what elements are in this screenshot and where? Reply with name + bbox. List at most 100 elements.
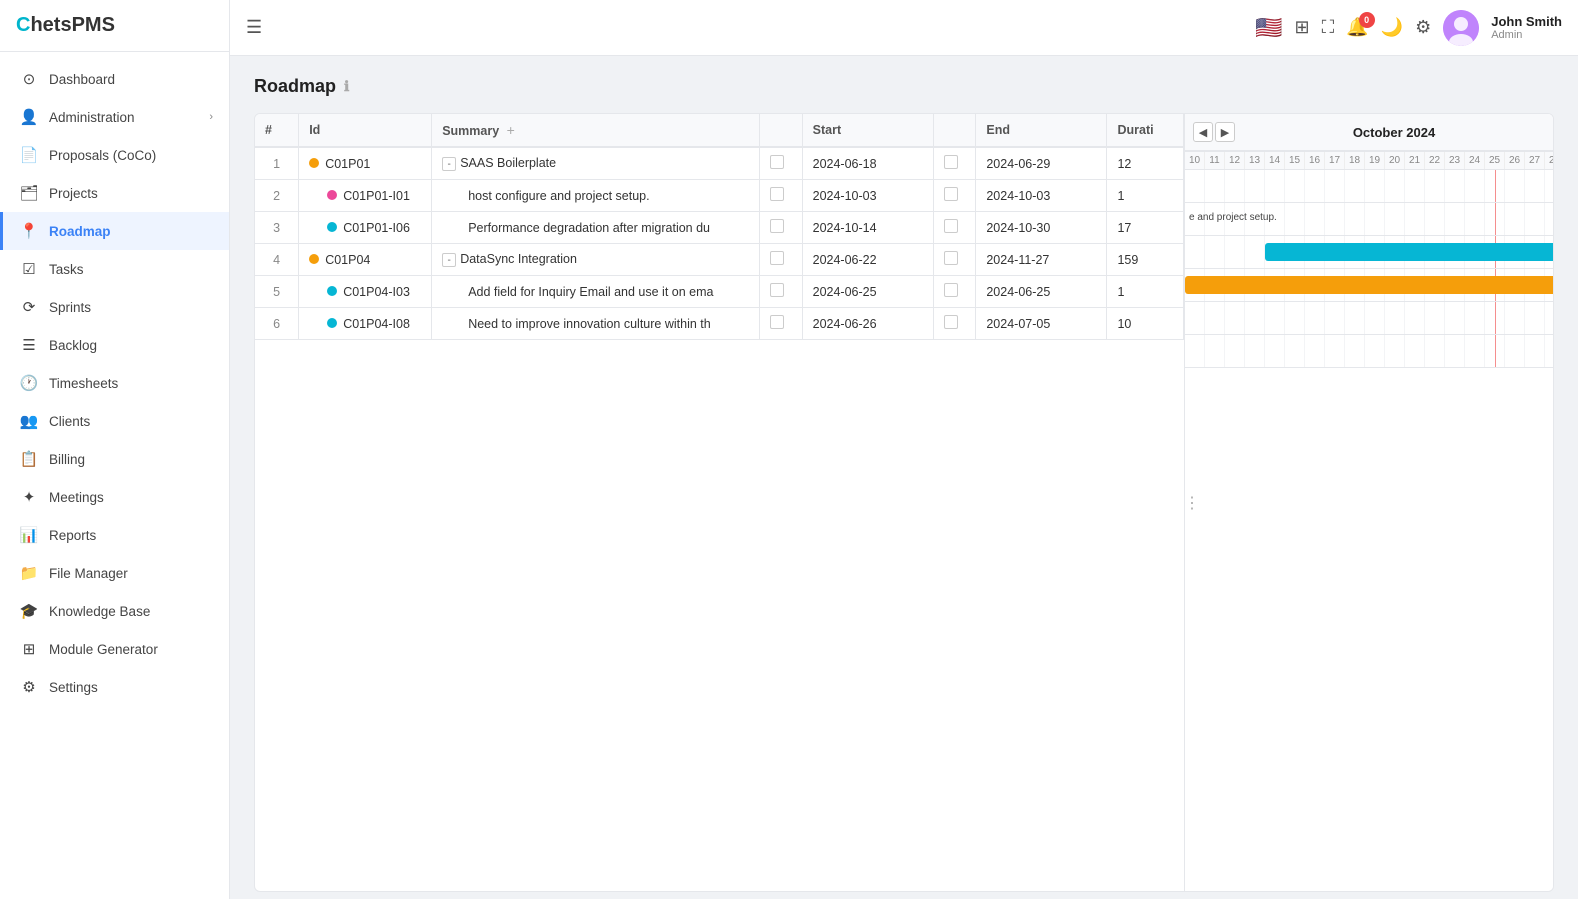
gantt-day: 21 <box>1405 152 1425 169</box>
gantt-bar-label: e and project setup. <box>1189 212 1277 223</box>
sidebar-item-filemanager[interactable]: 📁 File Manager <box>0 554 229 592</box>
language-flag[interactable]: 🇺🇸 <box>1255 15 1282 41</box>
gantt-day: 27 <box>1525 152 1545 169</box>
sidebar-label-backlog: Backlog <box>49 338 97 353</box>
menu-toggle-icon[interactable]: ☰ <box>246 17 262 38</box>
sidebar-icon-projects: 🗂 <box>19 183 39 203</box>
dark-mode-icon[interactable]: 🌙 <box>1381 17 1403 38</box>
page-content: Roadmap ℹ # Id Summary + <box>230 56 1578 899</box>
end-checkbox[interactable] <box>944 315 958 329</box>
end-checkbox[interactable] <box>944 187 958 201</box>
gantt-day: 10 <box>1185 152 1205 169</box>
sidebar-label-administration: Administration <box>49 110 135 125</box>
row-summary: -SAAS Boilerplate <box>432 147 760 180</box>
gantt-prev-button[interactable]: ◀ <box>1193 122 1213 142</box>
sidebar-item-knowledgebase[interactable]: 🎓 Knowledge Base <box>0 592 229 630</box>
page-title: Roadmap ℹ <box>254 76 1554 97</box>
fullscreen-icon[interactable]: ⛶ <box>1322 17 1335 38</box>
row-summary: Add field for Inquiry Email and use it o… <box>432 276 760 308</box>
sidebar-nav: ⊙ Dashboard 👤 Administration › 📄 Proposa… <box>0 52 229 899</box>
gantt-bar <box>1185 276 1553 294</box>
roadmap-table-panel: # Id Summary + Start End Durati <box>255 114 1185 891</box>
sidebar-item-tasks[interactable]: ☑ Tasks <box>0 250 229 288</box>
sidebar-icon-proposals: 📄 <box>19 145 39 165</box>
row-start-check <box>760 276 803 308</box>
end-checkbox[interactable] <box>944 283 958 297</box>
table-row[interactable]: 5 C01P04-I03 Add field for Inquiry Email… <box>255 276 1184 308</box>
gantt-day: 23 <box>1445 152 1465 169</box>
roadmap-gantt-panel: ◀ ▶ October 2024 10111213141516171819202… <box>1185 114 1553 891</box>
sidebar-item-settings[interactable]: ⚙ Settings <box>0 668 229 706</box>
sidebar-item-dashboard[interactable]: ⊙ Dashboard <box>0 60 229 98</box>
gantt-day: 16 <box>1305 152 1325 169</box>
sidebar-label-proposals: Proposals (CoCo) <box>49 148 156 163</box>
row-id: C01P04-I03 <box>299 276 432 308</box>
sidebar-icon-filemanager: 📁 <box>19 563 39 583</box>
row-duration: 1 <box>1107 276 1184 308</box>
sidebar-item-roadmap[interactable]: 📍 Roadmap <box>0 212 229 250</box>
status-dot <box>309 158 319 168</box>
expand-icon[interactable]: - <box>442 157 456 171</box>
end-checkbox[interactable] <box>944 251 958 265</box>
settings-icon[interactable]: ⚙ <box>1415 17 1431 38</box>
end-checkbox[interactable] <box>944 155 958 169</box>
apps-icon[interactable]: ⊞ <box>1295 17 1310 38</box>
sidebar-label-dashboard: Dashboard <box>49 72 115 87</box>
row-summary: Need to improve innovation culture withi… <box>432 308 760 340</box>
end-checkbox[interactable] <box>944 219 958 233</box>
table-row[interactable]: 4 C01P04 -DataSync Integration 2024-06-2… <box>255 244 1184 276</box>
sidebar-item-projects[interactable]: 🗂 Projects <box>0 174 229 212</box>
gantt-day: 12 <box>1225 152 1245 169</box>
gantt-bg <box>1185 302 1553 334</box>
start-checkbox[interactable] <box>770 155 784 169</box>
sidebar-label-modulegenerator: Module Generator <box>49 642 158 657</box>
gantt-nav: ◀ ▶ <box>1193 122 1235 142</box>
sidebar-item-backlog[interactable]: ☰ Backlog <box>0 326 229 364</box>
row-end-check <box>933 276 976 308</box>
avatar[interactable] <box>1443 10 1479 46</box>
sidebar-icon-knowledgebase: 🎓 <box>19 601 39 621</box>
sidebar-item-timesheets[interactable]: 🕐 Timesheets <box>0 364 229 402</box>
gantt-day: 24 <box>1465 152 1485 169</box>
gantt-row <box>1185 335 1553 368</box>
header: ☰ 🇺🇸 ⊞ ⛶ 🔔 0 🌙 ⚙ John Smith Admin <box>230 0 1578 56</box>
sidebar-label-timesheets: Timesheets <box>49 376 118 391</box>
col-start: Start <box>802 114 933 147</box>
row-num: 1 <box>255 147 299 180</box>
notification-icon[interactable]: 🔔 0 <box>1346 17 1368 38</box>
panel-resize-handle[interactable]: ⋮ <box>1185 493 1192 513</box>
row-num: 6 <box>255 308 299 340</box>
start-checkbox[interactable] <box>770 219 784 233</box>
start-checkbox[interactable] <box>770 283 784 297</box>
add-column-button[interactable]: + <box>503 122 519 138</box>
sidebar-item-meetings[interactable]: ✦ Meetings <box>0 478 229 516</box>
expand-icon[interactable]: - <box>442 253 456 267</box>
start-checkbox[interactable] <box>770 251 784 265</box>
table-row[interactable]: 6 C01P04-I08 Need to improve innovation … <box>255 308 1184 340</box>
status-dot <box>327 286 337 296</box>
sidebar-item-administration[interactable]: 👤 Administration › <box>0 98 229 136</box>
start-checkbox[interactable] <box>770 315 784 329</box>
sidebar-item-reports[interactable]: 📊 Reports <box>0 516 229 554</box>
table-row[interactable]: 1 C01P01 -SAAS Boilerplate 2024-06-18 20… <box>255 147 1184 180</box>
gantt-header: ◀ ▶ October 2024 <box>1185 114 1553 152</box>
sidebar-item-sprints[interactable]: ⟳ Sprints <box>0 288 229 326</box>
sidebar-item-clients[interactable]: 👥 Clients <box>0 402 229 440</box>
gantt-day: 26 <box>1505 152 1525 169</box>
gantt-row <box>1185 269 1553 302</box>
gantt-days-row: 1011121314151617181920212223242526272829… <box>1185 152 1553 170</box>
chevron-icon: › <box>209 111 213 123</box>
start-checkbox[interactable] <box>770 187 784 201</box>
sidebar-item-proposals[interactable]: 📄 Proposals (CoCo) <box>0 136 229 174</box>
gantt-day: 14 <box>1265 152 1285 169</box>
row-summary: host configure and project setup. <box>432 180 760 212</box>
table-row[interactable]: 3 C01P01-I06 Performance degradation aft… <box>255 212 1184 244</box>
sidebar-item-billing[interactable]: 📋 Billing <box>0 440 229 478</box>
sidebar-item-modulegenerator[interactable]: ⊞ Module Generator <box>0 630 229 668</box>
table-row[interactable]: 2 C01P01-I01 host configure and project … <box>255 180 1184 212</box>
sidebar-label-meetings: Meetings <box>49 490 104 505</box>
page-info-icon[interactable]: ℹ <box>344 78 349 95</box>
col-num: # <box>255 114 299 147</box>
gantt-next-button[interactable]: ▶ <box>1215 122 1235 142</box>
table-header-row: # Id Summary + Start End Durati <box>255 114 1184 147</box>
